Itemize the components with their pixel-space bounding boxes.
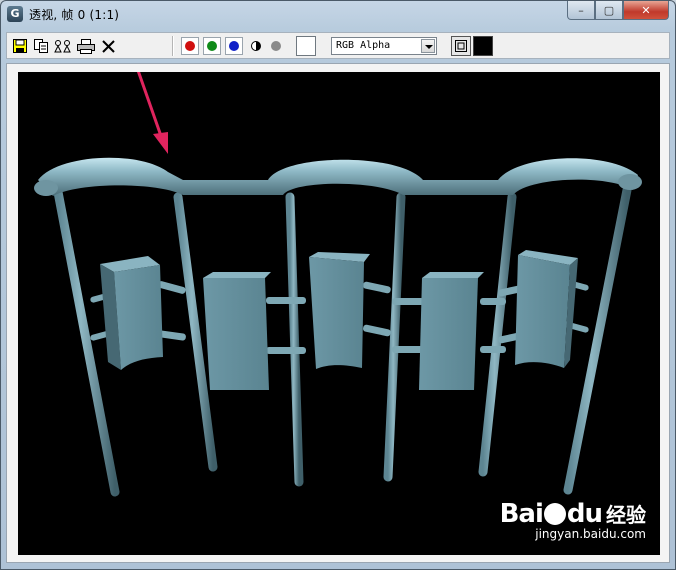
display-toggle-button[interactable] bbox=[451, 36, 471, 56]
green-channel-icon bbox=[207, 41, 217, 51]
baidu-logo: Bai bbox=[499, 499, 544, 529]
blue-channel-toggle[interactable] bbox=[225, 37, 243, 55]
save-icon bbox=[13, 39, 27, 53]
print-image-button[interactable] bbox=[77, 37, 95, 55]
red-channel-icon bbox=[185, 41, 195, 51]
render-toolbar: RGB Alpha bbox=[6, 32, 670, 59]
render-frame-window: G 透视, 帧 0 (1:1) – ▢ ✕ RGB Alpha Bai du 经… bbox=[0, 0, 676, 570]
paw-icon bbox=[543, 503, 566, 525]
blue-channel-icon bbox=[229, 41, 239, 51]
baidu-logo-tail: du bbox=[566, 499, 603, 529]
red-channel-toggle[interactable] bbox=[181, 37, 199, 55]
maximize-button[interactable]: ▢ bbox=[595, 1, 623, 20]
monochrome-toggle[interactable] bbox=[269, 37, 283, 55]
clear-image-button[interactable] bbox=[100, 37, 116, 55]
clear-icon bbox=[101, 39, 115, 53]
baidu-watermark: Bai du 经验 jingyan.baidu.com bbox=[500, 499, 646, 541]
annotation-arrow bbox=[136, 72, 168, 154]
title-bar[interactable]: G 透视, 帧 0 (1:1) – ▢ ✕ bbox=[1, 1, 675, 29]
toolbar-separator bbox=[172, 36, 174, 56]
clone-icon bbox=[54, 40, 71, 53]
copy-icon bbox=[33, 39, 48, 53]
background-toggle-button[interactable] bbox=[473, 36, 493, 56]
watermark-suffix: 经验 bbox=[606, 503, 646, 527]
watermark-url: jingyan.baidu.com bbox=[535, 527, 646, 541]
minimize-button[interactable]: – bbox=[567, 1, 595, 20]
window-title: 透视, 帧 0 (1:1) bbox=[29, 8, 120, 22]
alpha-channel-icon bbox=[251, 41, 261, 51]
monochrome-icon bbox=[271, 41, 281, 51]
save-image-button[interactable] bbox=[12, 37, 28, 55]
close-button[interactable]: ✕ bbox=[623, 1, 669, 20]
green-channel-toggle[interactable] bbox=[203, 37, 221, 55]
clone-window-button[interactable] bbox=[54, 37, 72, 55]
app-icon: G bbox=[7, 6, 23, 22]
window-icon bbox=[455, 40, 467, 52]
frame-buffer-panel: Bai du 经验 jingyan.baidu.com bbox=[6, 63, 670, 563]
copy-image-button[interactable] bbox=[33, 37, 49, 55]
channel-display-value: RGB Alpha bbox=[336, 40, 391, 51]
alpha-channel-toggle[interactable] bbox=[249, 37, 263, 55]
channel-display-dropdown[interactable]: RGB Alpha bbox=[331, 37, 437, 55]
window-controls: – ▢ ✕ bbox=[567, 1, 669, 21]
print-icon bbox=[77, 38, 95, 54]
render-viewport[interactable]: Bai du 经验 jingyan.baidu.com bbox=[18, 72, 660, 555]
chevron-down-icon[interactable] bbox=[421, 39, 435, 53]
color-swatch[interactable] bbox=[296, 36, 316, 56]
